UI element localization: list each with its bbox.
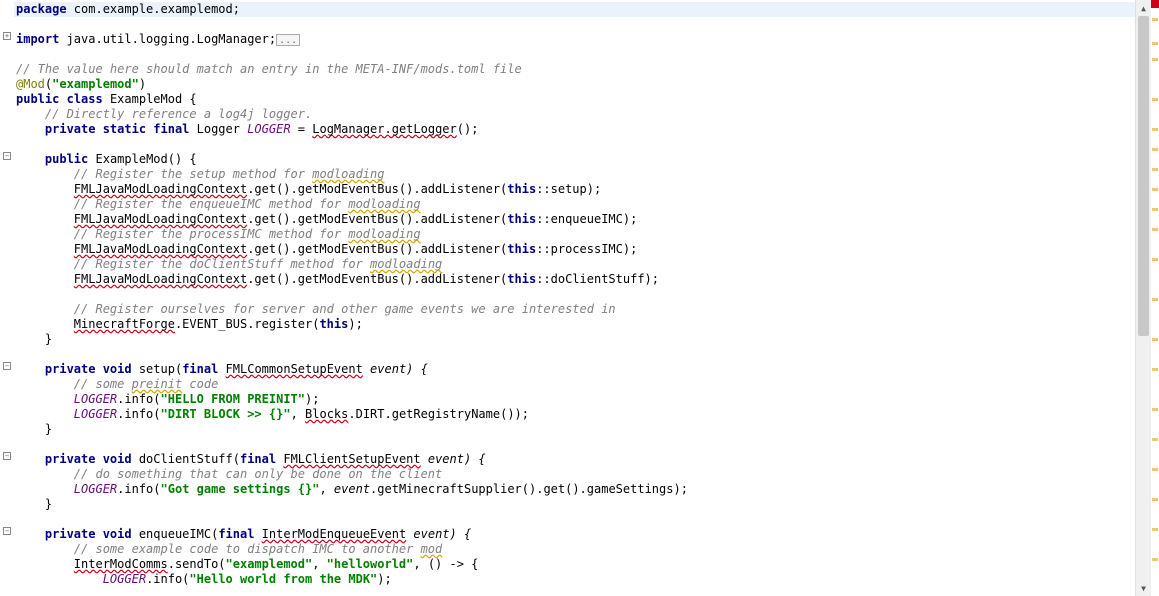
code-line: // The value here should match an entry …	[14, 62, 1135, 77]
code-line: private void setup(final FMLCommonSetupE…	[14, 362, 1135, 377]
code-line: // some example code to dispatch IMC to …	[14, 542, 1135, 557]
warning-marker[interactable]	[1152, 338, 1158, 341]
warning-marker[interactable]	[1152, 258, 1158, 261]
fold-collapse-icon[interactable]: −	[3, 527, 11, 535]
code-line: FMLJavaModLoadingContext.get().getModEve…	[14, 212, 1135, 227]
fold-collapse-icon[interactable]: −	[3, 452, 11, 460]
code-line: private static final Logger LOGGER = Log…	[14, 122, 1135, 137]
error-summary-icon[interactable]	[1151, 0, 1159, 8]
code-line: LOGGER.info("Got game settings {}", even…	[14, 482, 1135, 497]
code-line: // Register ourselves for server and oth…	[14, 302, 1135, 317]
code-line: MinecraftForge.EVENT_BUS.register(this);	[14, 317, 1135, 332]
warning-marker[interactable]	[1152, 128, 1158, 131]
code-line	[14, 137, 1135, 152]
warning-marker[interactable]	[1152, 228, 1158, 231]
warning-marker[interactable]	[1152, 558, 1158, 561]
code-line: }	[14, 497, 1135, 512]
warning-marker[interactable]	[1152, 298, 1158, 301]
code-line	[14, 437, 1135, 452]
fold-ellipsis-icon[interactable]: ...	[276, 34, 300, 46]
code-line: private void doClientStuff(final FMLClie…	[14, 452, 1135, 467]
warning-marker[interactable]	[1152, 498, 1158, 501]
warning-marker[interactable]	[1152, 148, 1158, 151]
code-line: }	[14, 332, 1135, 347]
code-line: FMLJavaModLoadingContext.get().getModEve…	[14, 272, 1135, 287]
code-line: import java.util.logging.LogManager;...	[14, 32, 1135, 47]
scroll-down-icon[interactable]: ▼	[1136, 580, 1151, 596]
code-line	[14, 47, 1135, 62]
warning-marker[interactable]	[1152, 208, 1158, 211]
code-line: // Register the processIMC method for mo…	[14, 227, 1135, 242]
code-line	[14, 287, 1135, 302]
code-line: package com.example.examplemod;	[14, 2, 1135, 17]
code-line: public ExampleMod() {	[14, 152, 1135, 167]
code-line: private void enqueueIMC(final InterModEn…	[14, 527, 1135, 542]
vertical-scrollbar[interactable]: ▲ ▼	[1135, 0, 1151, 596]
warning-marker[interactable]	[1152, 188, 1158, 191]
code-line: // Register the enqueueIMC method for mo…	[14, 197, 1135, 212]
fold-expand-icon[interactable]: +	[3, 32, 11, 40]
code-line: }	[14, 422, 1135, 437]
warning-marker[interactable]	[1152, 368, 1158, 371]
code-line: // Register the setup method for modload…	[14, 167, 1135, 182]
warning-marker[interactable]	[1152, 528, 1158, 531]
warning-marker[interactable]	[1152, 58, 1158, 61]
warning-marker[interactable]	[1152, 468, 1158, 471]
warning-marker[interactable]	[1152, 438, 1158, 441]
code-line: // do something that can only be done on…	[14, 467, 1135, 482]
code-line: // some preinit code	[14, 377, 1135, 392]
code-line: LOGGER.info("HELLO FROM PREINIT");	[14, 392, 1135, 407]
scroll-up-icon[interactable]: ▲	[1136, 0, 1151, 16]
code-line: FMLJavaModLoadingContext.get().getModEve…	[14, 242, 1135, 257]
warning-marker[interactable]	[1152, 42, 1158, 45]
code-line: public class ExampleMod {	[14, 92, 1135, 107]
warning-marker[interactable]	[1152, 408, 1158, 411]
warning-marker[interactable]	[1152, 18, 1158, 21]
fold-collapse-icon[interactable]: −	[3, 362, 11, 370]
code-line	[14, 17, 1135, 32]
code-line: // Directly reference a log4j logger.	[14, 107, 1135, 122]
gutter: + − − − −	[0, 0, 14, 596]
warning-marker[interactable]	[1152, 168, 1158, 171]
code-line: InterModComms.sendTo("examplemod", "hell…	[14, 557, 1135, 572]
code-line	[14, 347, 1135, 362]
code-content[interactable]: package com.example.examplemod; import j…	[14, 0, 1135, 596]
code-editor: + − − − − package com.example.examplemod…	[0, 0, 1159, 596]
scrollbar-thumb[interactable]	[1138, 16, 1149, 336]
code-line: LOGGER.info("Hello world from the MDK");	[14, 572, 1135, 587]
code-line	[14, 512, 1135, 527]
code-line: LOGGER.info("DIRT BLOCK >> {}", Blocks.D…	[14, 407, 1135, 422]
fold-collapse-icon[interactable]: −	[3, 152, 11, 160]
code-line: @Mod("examplemod")	[14, 77, 1135, 92]
code-line: // Register the doClientStuff method for…	[14, 257, 1135, 272]
warning-marker[interactable]	[1152, 98, 1158, 101]
code-line: FMLJavaModLoadingContext.get().getModEve…	[14, 182, 1135, 197]
error-stripe[interactable]	[1151, 0, 1159, 596]
